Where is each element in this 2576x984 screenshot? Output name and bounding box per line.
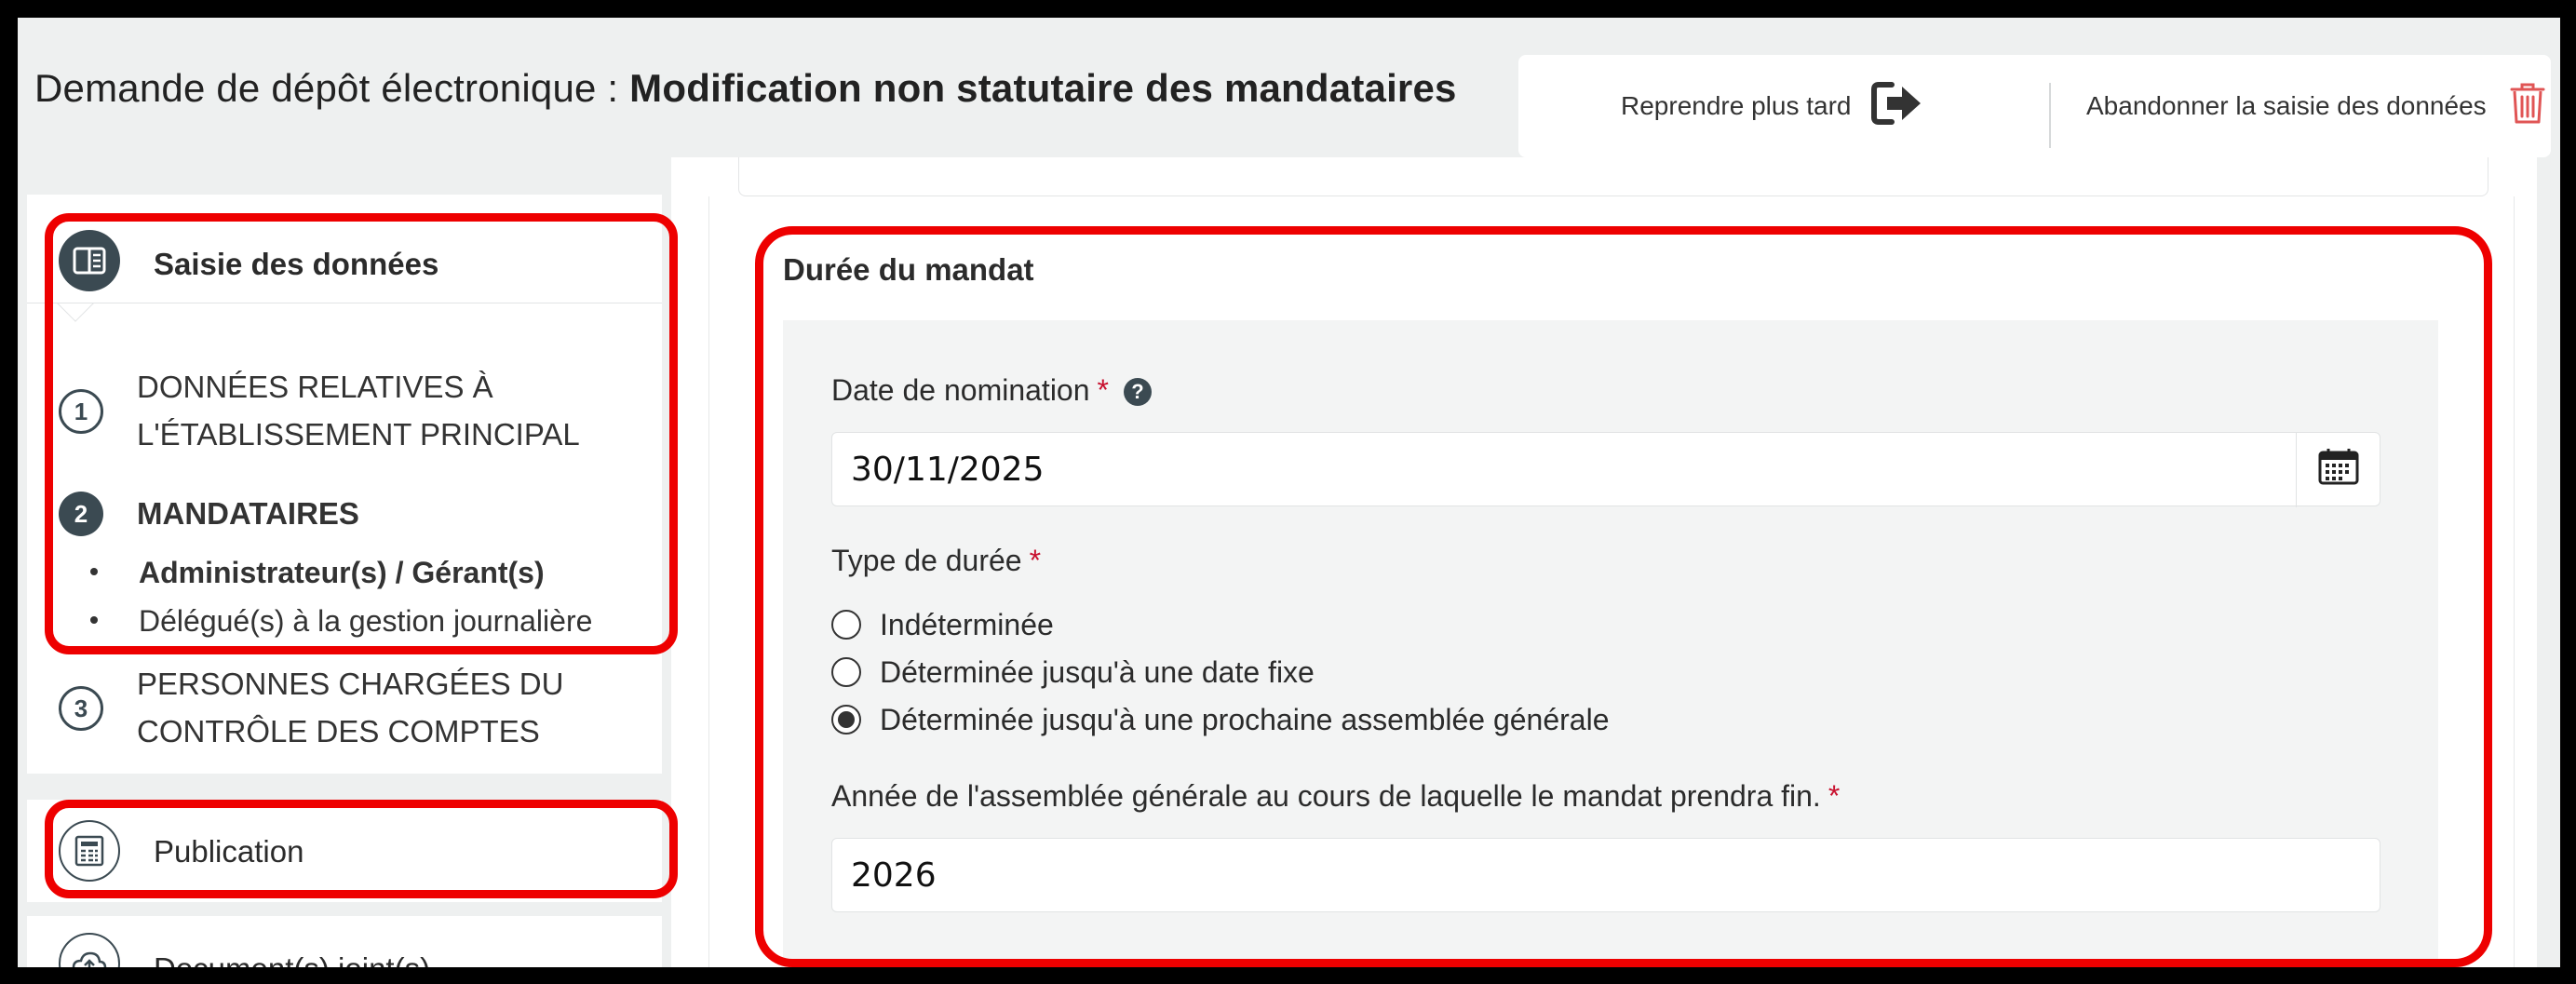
required-mark: * (1827, 779, 1841, 813)
calendar-button[interactable] (2296, 433, 2380, 507)
sidebar-item-publication[interactable]: Publication (27, 800, 662, 902)
step-3-number: 3 (59, 686, 103, 731)
required-mark: * (1029, 544, 1042, 577)
form-book-icon (59, 230, 120, 291)
documents-label: Document(s) joint(s) (154, 951, 430, 967)
step-3-label-line1: PERSONNES CHARGÉES DU (137, 667, 564, 701)
page-title-prefix: Demande de dépôt électronique : (34, 66, 630, 110)
radio-label: Déterminée jusqu'à une date fixe (880, 654, 1315, 689)
step-1-link[interactable]: DONNÉES RELATIVES À L'ÉTABLISSEMENT PRIN… (137, 363, 580, 458)
step-2-link[interactable]: MANDATAIRES (137, 490, 359, 537)
radio-indeterminee[interactable]: Indéterminée (831, 606, 1054, 643)
sub-item-delegues[interactable]: Délégué(s) à la gestion journalière (90, 604, 592, 639)
sidebar-item-documents[interactable]: Document(s) joint(s) (27, 916, 662, 967)
date-nomination-input[interactable]: 30/11/2025 (831, 432, 2380, 507)
header-actions: Reprendre plus tard Abandonner la saisie… (1518, 55, 2551, 157)
newspaper-icon (59, 820, 120, 882)
bullet (90, 615, 98, 624)
radio-date-fixe[interactable]: Déterminée jusqu'à une date fixe (831, 654, 1315, 691)
cloud-upload-icon (59, 933, 120, 967)
app-screen: Demande de dépôt électronique : Modifica… (18, 18, 2560, 967)
radio-assemblee-generale[interactable]: Déterminée jusqu'à une prochaine assembl… (831, 701, 1610, 738)
radio-label: Déterminée jusqu'à une prochaine assembl… (880, 702, 1610, 736)
annee-assemblee-input[interactable]: 2026 (831, 838, 2380, 912)
form-panel: Date de nomination *? 30/11/2025 Type de… (783, 320, 2438, 963)
radio-button-selected[interactable] (831, 705, 861, 735)
saisie-card: Saisie des données 1 DONNÉES RELATIVES À… (27, 195, 662, 774)
section-title: Durée du mandat (783, 252, 1034, 287)
annee-value: 2026 (851, 856, 937, 895)
date-value: 30/11/2025 (851, 450, 1045, 489)
sub-item-label: Délégué(s) à la gestion journalière (139, 604, 593, 638)
sub-item-label: Administrateur(s) / Gérant(s) (139, 556, 545, 589)
date-label-text: Date de nomination (831, 373, 1090, 407)
page-title-bold: Modification non statutaire des mandatai… (629, 66, 1457, 110)
required-mark: * (1097, 373, 1109, 407)
abandon-label: Abandonner la saisie des données (2086, 91, 2487, 120)
publication-label: Publication (154, 834, 304, 869)
radio-button[interactable] (831, 657, 861, 687)
screenshot-frame: Demande de dépôt électronique : Modifica… (0, 0, 2576, 984)
annee-label-text: Année de l'assemblée générale au cours d… (831, 779, 1821, 813)
resume-later-label: Reprendre plus tard (1621, 91, 1852, 120)
radio-button[interactable] (831, 610, 861, 640)
abandon-button[interactable]: Abandonner la saisie des données (2086, 55, 2546, 157)
question-circle-icon[interactable]: ? (1123, 378, 1152, 406)
step-1-label-line2: L'ÉTABLISSEMENT PRINCIPAL (137, 417, 580, 452)
previous-section-card (738, 157, 2488, 196)
trash-icon (2509, 81, 2546, 132)
date-nomination-label: Date de nomination *? (831, 373, 1152, 408)
step-3-link[interactable]: PERSONNES CHARGÉES DU CONTRÔLE DES COMPT… (137, 660, 563, 755)
sign-out-arrow-icon (1871, 81, 1923, 132)
calendar-icon (2318, 448, 2359, 493)
bullet (90, 567, 98, 575)
type-duree-label: Type de durée * (831, 544, 1041, 578)
header-divider (2049, 83, 2051, 148)
resume-later-button[interactable]: Reprendre plus tard (1621, 55, 1923, 157)
type-label-text: Type de durée (831, 544, 1022, 577)
sub-item-administrateurs[interactable]: Administrateur(s) / Gérant(s) (90, 556, 545, 590)
step-3-label-line2: CONTRÔLE DES COMPTES (137, 714, 540, 748)
step-1-number: 1 (59, 389, 103, 434)
page-title: Demande de dépôt électronique : Modifica… (34, 66, 1457, 111)
annee-assemblee-label: Année de l'assemblée générale au cours d… (831, 779, 1840, 814)
saisie-title[interactable]: Saisie des données (154, 247, 438, 282)
step-1-label-line1: DONNÉES RELATIVES À (137, 370, 493, 404)
radio-label: Indéterminée (880, 607, 1054, 641)
sidebar: Saisie des données 1 DONNÉES RELATIVES À… (18, 195, 662, 967)
step-2-number: 2 (59, 492, 103, 536)
